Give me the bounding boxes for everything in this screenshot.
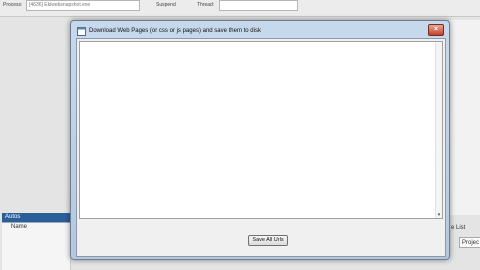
process-combo[interactable]: [4636] Ekiwebsnapshot.exe	[26, 0, 140, 11]
url-list-area[interactable]: ▾	[79, 41, 443, 219]
autos-panel	[2, 223, 71, 270]
scroll-down-icon[interactable]: ▾	[436, 212, 442, 218]
save-all-urls-button[interactable]: Save All Urls	[248, 235, 288, 246]
project-button[interactable]: Projec	[459, 237, 480, 248]
background-right-panel	[448, 20, 480, 215]
dialog-client-area: ▾ Save All Urls	[76, 38, 446, 257]
thread-label: Thread:	[197, 2, 215, 8]
right-panel-label: e List	[451, 225, 466, 231]
suspend-button[interactable]: Suspend	[156, 2, 176, 8]
close-icon[interactable]: ×	[428, 24, 444, 36]
name-column-header[interactable]: Name	[11, 224, 27, 230]
background-toolbar: Process: [4636] Ekiwebsnapshot.exe Suspe…	[0, 0, 480, 17]
vertical-scrollbar[interactable]: ▾	[435, 42, 442, 218]
autos-tab[interactable]: Autos	[2, 213, 74, 222]
download-dialog: Download Web Pages (or css or js pages) …	[70, 20, 450, 260]
dialog-title: Download Web Pages (or css or js pages) …	[89, 28, 261, 34]
app-window-icon	[77, 27, 86, 36]
divider	[2, 222, 74, 223]
thread-combo[interactable]	[219, 0, 298, 11]
process-label: Process:	[3, 2, 23, 8]
